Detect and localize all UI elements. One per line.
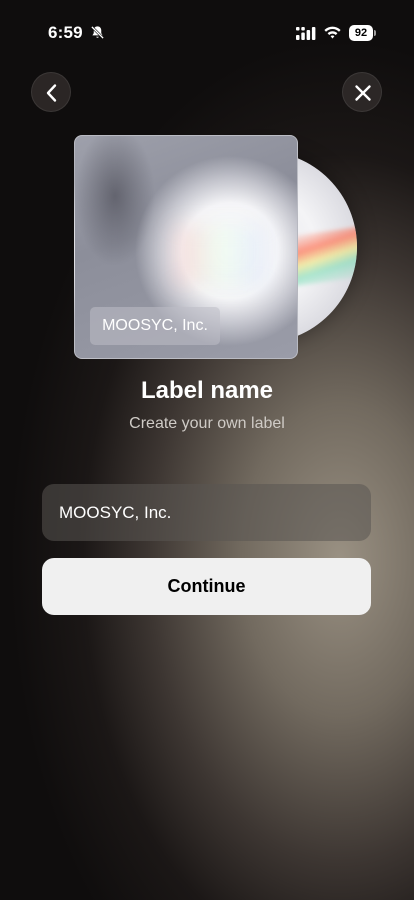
status-time: 6:59 — [48, 23, 83, 42]
battery-level: 92 — [349, 25, 373, 41]
album-cover-artwork: MOOSYC, Inc. — [74, 135, 298, 359]
label-name-input[interactable] — [42, 484, 371, 541]
wifi-icon — [324, 26, 341, 39]
signal-icon — [296, 27, 316, 40]
status-bar: 6:59 92 — [0, 0, 414, 60]
page-title: Label name — [140, 377, 274, 404]
close-button[interactable] — [342, 72, 382, 112]
page-subtitle: Create your own label — [129, 415, 285, 432]
cover-label: MOOSYC, Inc. — [90, 307, 220, 345]
bell-slash-icon — [91, 26, 104, 39]
continue-button[interactable]: Continue — [42, 558, 371, 615]
chevron-left-icon — [46, 84, 57, 102]
close-icon — [355, 85, 371, 101]
battery-icon: 92 — [349, 25, 377, 41]
back-button[interactable] — [31, 72, 71, 112]
